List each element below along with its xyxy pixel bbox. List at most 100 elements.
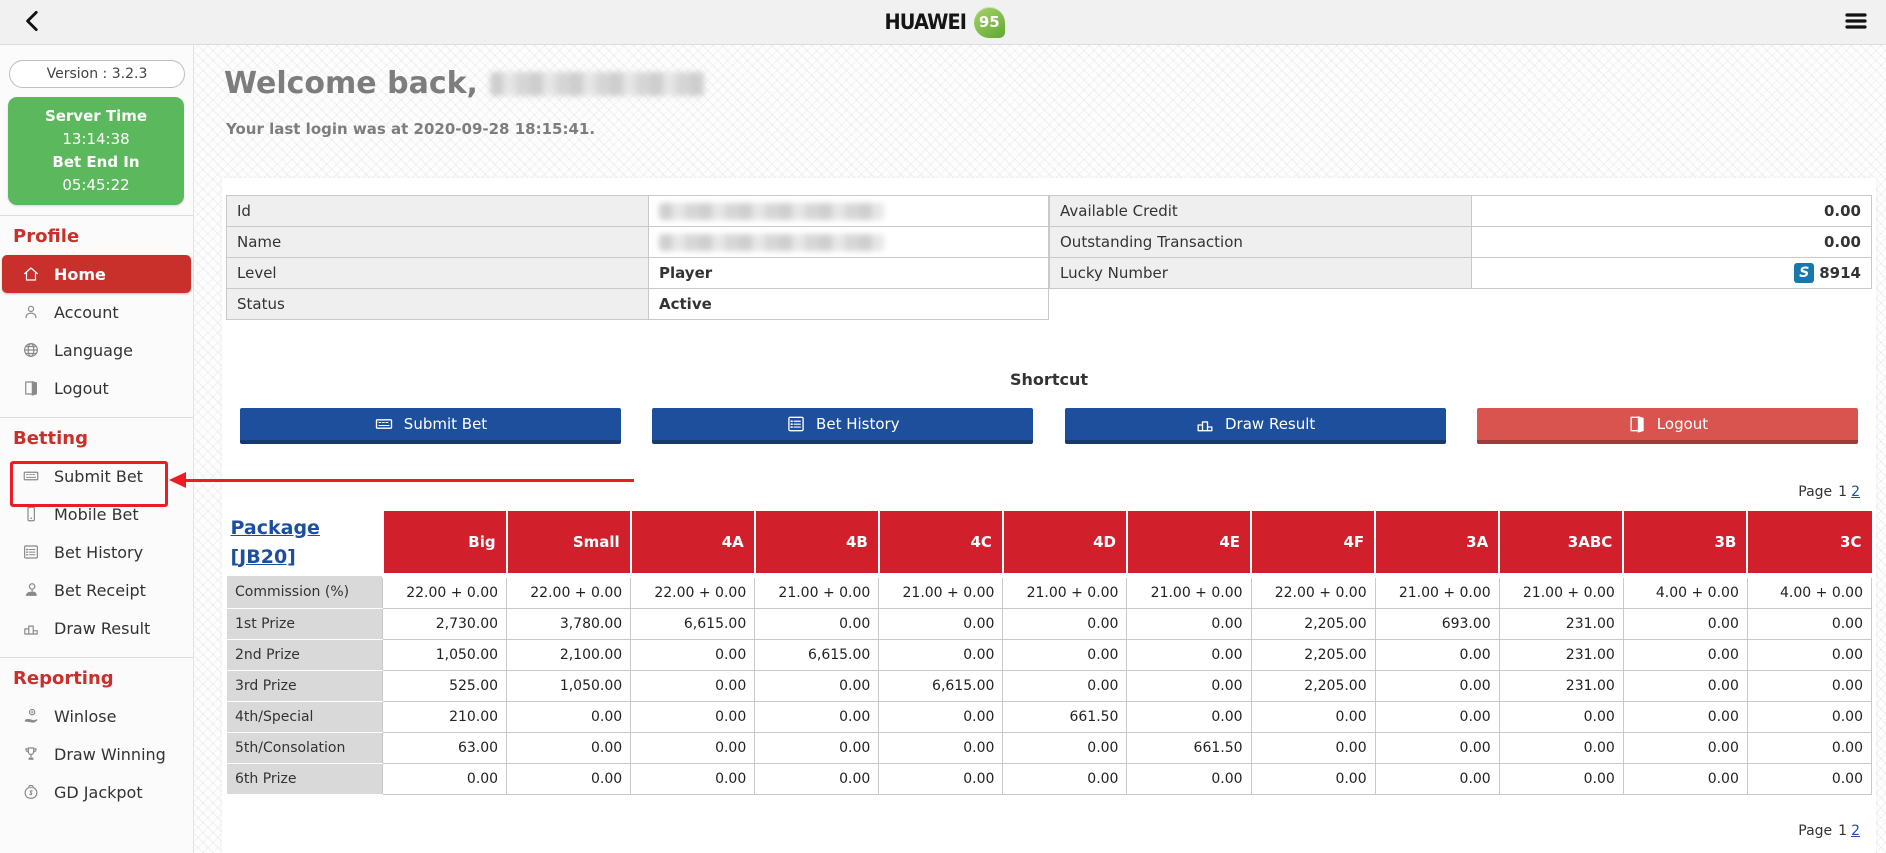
page-link-2[interactable]: 2 [1851,484,1860,500]
shortcut-button-label: Submit Bet [404,415,487,433]
package-cell: 6,615.00 [755,640,879,671]
sidebar-item-label: Language [54,341,133,360]
sidebar-item-home[interactable]: Home [2,255,191,293]
package-cell: 525.00 [383,671,507,702]
package-cell: 6,615.00 [631,609,755,640]
person-icon [22,303,40,321]
package-cell: 21.00 + 0.00 [1375,576,1499,609]
sidebar-item-mobile-bet[interactable]: Mobile Bet [0,495,193,533]
sidebar-item-gd-jackpot[interactable]: GD Jackpot [0,773,193,811]
redacted-username [490,72,705,96]
package-cell: 0.00 [755,702,879,733]
package-cell: 0.00 [507,702,631,733]
sidebar-item-account[interactable]: Account [0,293,193,331]
main-content: Welcome back, Your last login was at 202… [193,44,1886,853]
shortcut-submit-bet-button[interactable]: Submit Bet [240,408,621,444]
package-cell: 0.00 [1623,609,1747,640]
package-column-header-4a: 4A [631,511,755,576]
sidebar-item-bet-receipt[interactable]: Bet Receipt [0,571,193,609]
sidebar-item-draw-result[interactable]: Draw Result [0,609,193,647]
package-cell: 2,205.00 [1251,640,1375,671]
sidebar-item-submit-bet[interactable]: Submit Bet [0,457,193,495]
package-cell: 0.00 [1003,764,1127,795]
package-row-label: 1st Prize [227,609,383,640]
package-cell: 0.00 [755,733,879,764]
package-cell: 231.00 [1499,671,1623,702]
package-cell: 22.00 + 0.00 [383,576,507,609]
table-row: Name [227,227,1049,258]
package-column-header-3abc: 3ABC [1499,511,1623,576]
info-value: Player [649,258,1049,289]
sidebar-item-label: Draw Winning [54,745,166,764]
shortcut-button-label: Bet History [816,415,900,433]
globe-icon [22,341,40,359]
list-icon [22,543,40,561]
lucky-icon: S [1794,263,1814,283]
package-corner-cell: Package[JB20] [227,511,383,576]
sidebar-item-logout[interactable]: Logout [0,369,193,407]
package-row-label: 2nd Prize [227,640,383,671]
package-cell: 661.50 [1127,733,1251,764]
sidebar-nav: ProfileHomeAccountLanguageLogoutBettingS… [0,215,193,811]
hamburger-menu-button[interactable] [1840,7,1872,37]
package-cell: 0.00 [1127,671,1251,702]
sidebar-item-winlose[interactable]: Winlose [0,697,193,735]
info-label: Outstanding Transaction [1050,227,1472,258]
package-cell: 0.00 [1375,733,1499,764]
package-column-header-big: Big [383,511,507,576]
page-link-2[interactable]: 2 [1851,823,1860,839]
package-cell: 0.00 [1251,764,1375,795]
money-bag-icon [22,783,40,801]
package-cell: 0.00 [631,702,755,733]
sidebar-item-draw-winning[interactable]: Draw Winning [0,735,193,773]
package-cell: 0.00 [1623,764,1747,795]
package-link[interactable]: Package[JB20] [231,514,320,573]
package-cell: 0.00 [1127,609,1251,640]
version-label: Version : 3.2.3 [9,60,185,88]
package-row-label: Commission (%) [227,576,383,609]
package-cell: 0.00 [1375,640,1499,671]
logout-icon [1627,414,1647,434]
package-cell: 0.00 [1003,733,1127,764]
info-label: Id [227,196,649,227]
keyboard-icon [374,414,394,434]
info-label: Available Credit [1050,196,1472,227]
package-cell: 4.00 + 0.00 [1623,576,1747,609]
package-cell: 0.00 [1127,640,1251,671]
package-cell: 210.00 [383,702,507,733]
package-cell: 231.00 [1499,609,1623,640]
pagination-top: Page12 [222,484,1862,501]
package-column-header-small: Small [507,511,631,576]
brand-logo: HUAWEI 95 [881,7,1005,38]
package-cell: 1,050.00 [507,671,631,702]
package-cell: 0.00 [631,640,755,671]
shortcut-bet-history-button[interactable]: Bet History [652,408,1033,444]
package-cell: 693.00 [1375,609,1499,640]
shortcut-logout-button[interactable]: Logout [1477,408,1858,444]
home-icon [22,265,40,283]
package-cell: 0.00 [1375,671,1499,702]
package-link-line: Package [231,514,320,543]
package-cell: 0.00 [1747,609,1871,640]
info-label: Level [227,258,649,289]
package-cell: 0.00 [1499,733,1623,764]
package-cell: 0.00 [383,764,507,795]
package-cell: 2,730.00 [383,609,507,640]
redacted-value [659,203,884,220]
last-login-text: Your last login was at 2020-09-28 18:15:… [226,120,595,138]
sidebar-item-bet-history[interactable]: Bet History [0,533,193,571]
package-cell: 0.00 [879,640,1003,671]
package-row-4th-special: 4th/Special210.000.000.000.000.00661.500… [227,702,1872,733]
package-cell: 4.00 + 0.00 [1747,576,1871,609]
back-button[interactable] [16,6,50,38]
keyboard-icon [22,467,40,485]
package-table: Package[JB20]BigSmall4A4B4C4D4E4F3A3ABC3… [226,511,1872,795]
sidebar-divider [0,417,193,418]
table-row: StatusActive [227,289,1049,320]
shortcut-draw-result-button[interactable]: Draw Result [1065,408,1446,444]
package-cell: 21.00 + 0.00 [1003,576,1127,609]
package-cell: 0.00 [1623,671,1747,702]
bet-end-value: 05:45:22 [8,174,184,197]
package-cell: 0.00 [1747,640,1871,671]
sidebar-item-language[interactable]: Language [0,331,193,369]
